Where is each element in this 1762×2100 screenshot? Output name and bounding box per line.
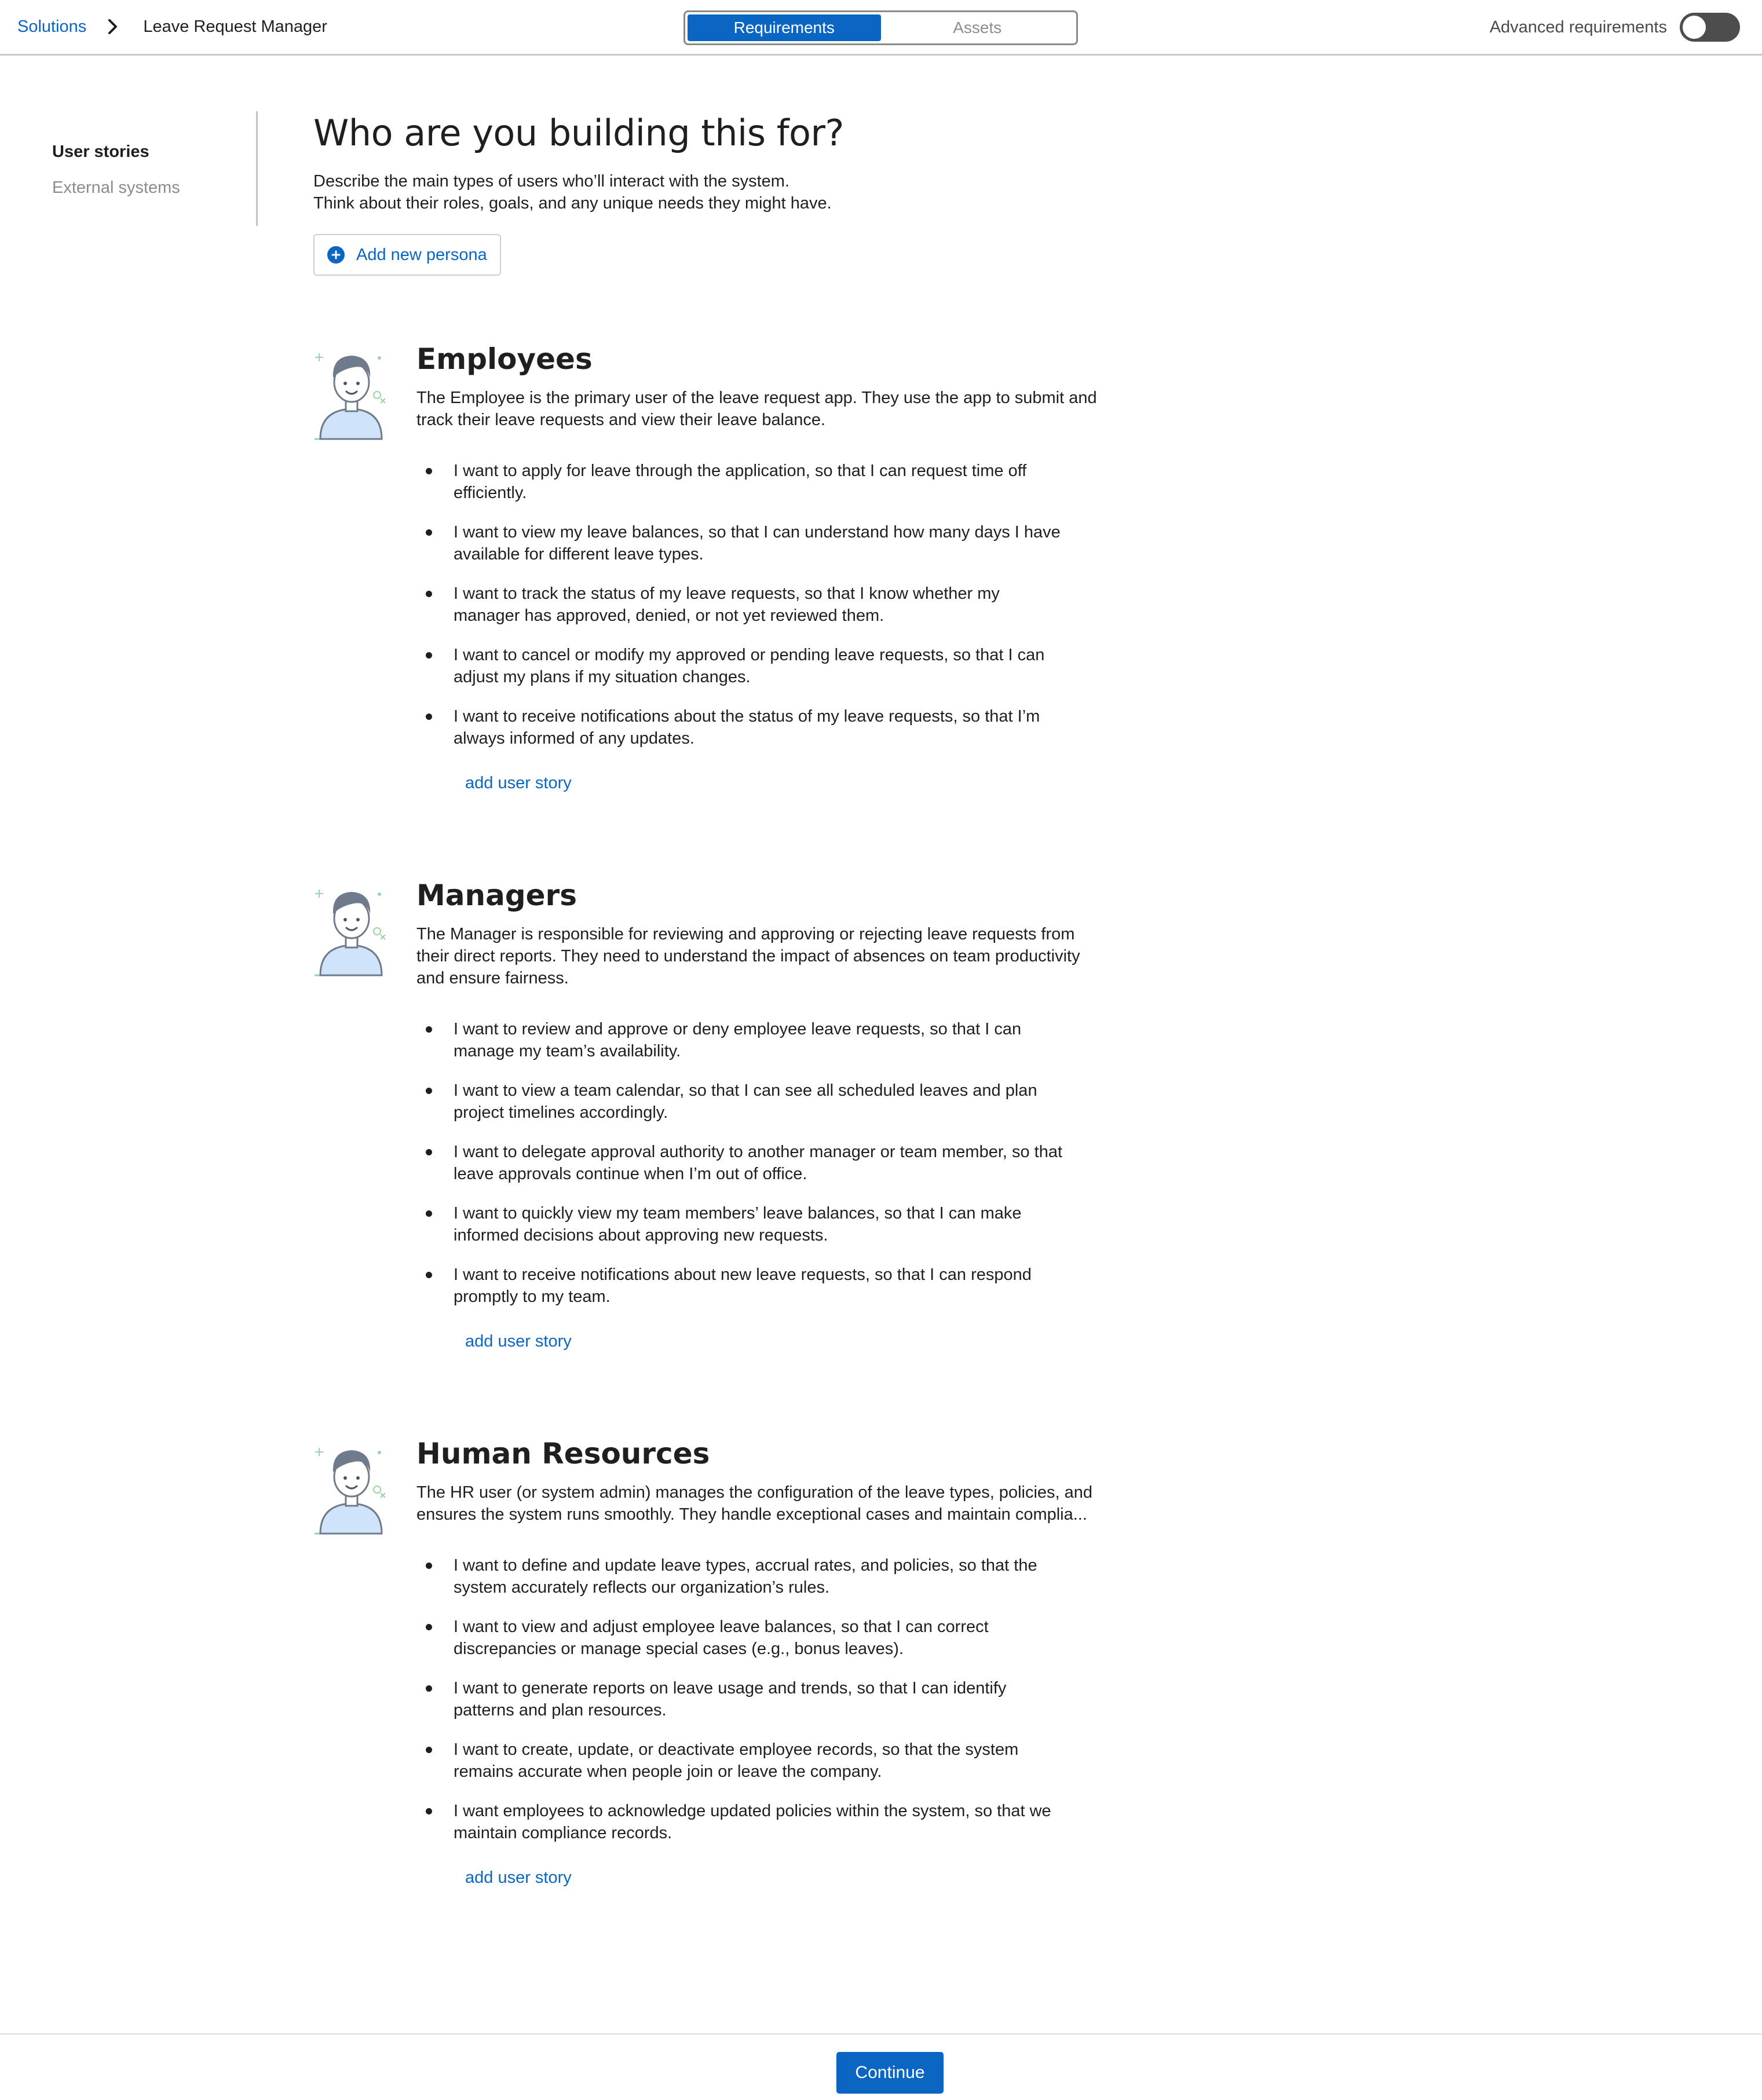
user-avatar-icon	[313, 878, 389, 982]
user-story-text: I want to review and approve or deny emp…	[454, 1020, 1022, 1060]
bullet-icon	[426, 1210, 432, 1217]
page-title: Who are you building this for?	[313, 112, 844, 154]
continue-button[interactable]: Continue	[836, 2052, 944, 2094]
user-story-item: I want to review and approve or deny emp…	[416, 1018, 1065, 1062]
user-story-text: I want to define and update leave types,…	[454, 1556, 1037, 1597]
add-user-story-link[interactable]: add user story	[465, 1868, 572, 1887]
bullet-icon	[426, 1149, 432, 1155]
advanced-requirements-control: Advanced requirements	[1490, 13, 1740, 42]
user-story-text: I want to receive notifications about ne…	[454, 1265, 1032, 1306]
bullet-icon	[426, 1088, 432, 1094]
user-story-item: I want to view my leave balances, so tha…	[416, 521, 1065, 565]
footer-bar: Continue	[0, 2033, 1762, 2100]
persona-name: Human Resources	[416, 1437, 710, 1470]
user-avatar-icon	[313, 342, 389, 446]
advanced-requirements-toggle[interactable]	[1680, 13, 1740, 42]
breadcrumb-solutions-link[interactable]: Solutions	[17, 17, 86, 36]
user-story-item: I want to apply for leave through the ap…	[416, 460, 1065, 504]
persona-description: The Employee is the primary user of the …	[416, 389, 1097, 429]
bullet-icon	[426, 468, 432, 474]
bullet-icon	[426, 714, 432, 720]
view-switcher: Requirements Assets	[683, 10, 1078, 45]
persona-description: The HR user (or system admin) manages th…	[416, 1483, 1093, 1524]
user-story-list: I want to review and approve or deny emp…	[416, 1018, 1129, 1308]
bullet-icon	[426, 1685, 432, 1692]
sidebar: User stories External systems	[52, 111, 258, 226]
user-story-item: I want to delegate approval authority to…	[416, 1141, 1065, 1185]
user-story-item: I want to receive notifications about ne…	[416, 1264, 1065, 1308]
toggle-knob	[1683, 16, 1706, 39]
user-story-text: I want to view my leave balances, so tha…	[454, 523, 1061, 564]
user-story-item: I want to cancel or modify my approved o…	[416, 644, 1065, 688]
add-persona-label: Add new persona	[356, 245, 487, 264]
chevron-right-icon	[100, 16, 126, 37]
user-story-item: I want employees to acknowledge updated …	[416, 1800, 1065, 1844]
user-story-text: I want to receive notifications about th…	[454, 707, 1040, 748]
user-story-item: I want to receive notifications about th…	[416, 705, 1065, 749]
top-header: Solutions Leave Request Manager Requirem…	[0, 0, 1762, 56]
add-user-story-link[interactable]: add user story	[465, 1332, 572, 1351]
bullet-icon	[426, 1747, 432, 1753]
main-content: Who are you building this for? Describe …	[313, 109, 1142, 276]
breadcrumb-current: Leave Request Manager	[143, 17, 327, 36]
persona-body: Human Resources The HR user (or system a…	[416, 1436, 1129, 1887]
page-description-line: Describe the main types of users who’ll …	[313, 172, 789, 191]
user-story-text: I want to delegate approval authority to…	[454, 1143, 1063, 1183]
persona-name: Employees	[416, 342, 593, 376]
user-story-item: I want to generate reports on leave usag…	[416, 1677, 1065, 1721]
bullet-icon	[426, 591, 432, 597]
persona-name: Managers	[416, 879, 577, 912]
user-story-text: I want to cancel or modify my approved o…	[454, 646, 1045, 686]
page-description-line: Think about their roles, goals, and any …	[313, 194, 832, 213]
sidebar-item-external-systems[interactable]: External systems	[52, 176, 256, 199]
persona-description: The Manager is responsible for reviewing…	[416, 925, 1080, 987]
bullet-icon	[426, 1563, 432, 1569]
user-story-text: I want to apply for leave through the ap…	[454, 462, 1027, 502]
user-avatar-icon	[313, 1436, 389, 1541]
user-story-item: I want to view a team calendar, so that …	[416, 1080, 1065, 1124]
user-story-text: I want to create, update, or deactivate …	[454, 1740, 1019, 1781]
user-story-list: I want to define and update leave types,…	[416, 1554, 1129, 1844]
persona-body: Managers The Manager is responsible for …	[416, 878, 1129, 1351]
user-story-item: I want to view and adjust employee leave…	[416, 1616, 1065, 1660]
bullet-icon	[426, 1808, 432, 1814]
user-story-text: I want employees to acknowledge updated …	[454, 1802, 1051, 1842]
advanced-requirements-label: Advanced requirements	[1489, 17, 1667, 36]
user-story-text: I want to view a team calendar, so that …	[454, 1081, 1037, 1122]
bullet-icon	[426, 529, 432, 536]
add-persona-button[interactable]: Add new persona	[313, 234, 501, 276]
user-story-text: I want to track the status of my leave r…	[454, 584, 1000, 625]
bullet-icon	[426, 1026, 432, 1033]
sidebar-item-user-stories[interactable]: User stories	[52, 140, 256, 163]
user-story-item: I want to quickly view my team members’ …	[416, 1202, 1065, 1246]
user-story-text: I want to quickly view my team members’ …	[454, 1204, 1022, 1245]
user-story-text: I want to view and adjust employee leave…	[454, 1618, 989, 1658]
user-story-text: I want to generate reports on leave usag…	[454, 1679, 1007, 1719]
breadcrumb: Solutions Leave Request Manager	[17, 16, 327, 37]
user-story-list: I want to apply for leave through the ap…	[416, 460, 1129, 749]
user-story-item: I want to create, update, or deactivate …	[416, 1739, 1065, 1783]
add-user-story-link[interactable]: add user story	[465, 774, 572, 793]
user-story-item: I want to define and update leave types,…	[416, 1554, 1065, 1598]
bullet-icon	[426, 1272, 432, 1278]
user-story-item: I want to track the status of my leave r…	[416, 583, 1065, 627]
tab-requirements[interactable]: Requirements	[688, 14, 881, 41]
persona-body: Employees The Employee is the primary us…	[416, 342, 1129, 793]
page-description: Describe the main types of users who’ll …	[313, 170, 1142, 214]
bullet-icon	[426, 652, 432, 658]
bullet-icon	[426, 1624, 432, 1630]
tab-assets[interactable]: Assets	[881, 14, 1074, 41]
plus-circle-icon	[327, 246, 345, 264]
